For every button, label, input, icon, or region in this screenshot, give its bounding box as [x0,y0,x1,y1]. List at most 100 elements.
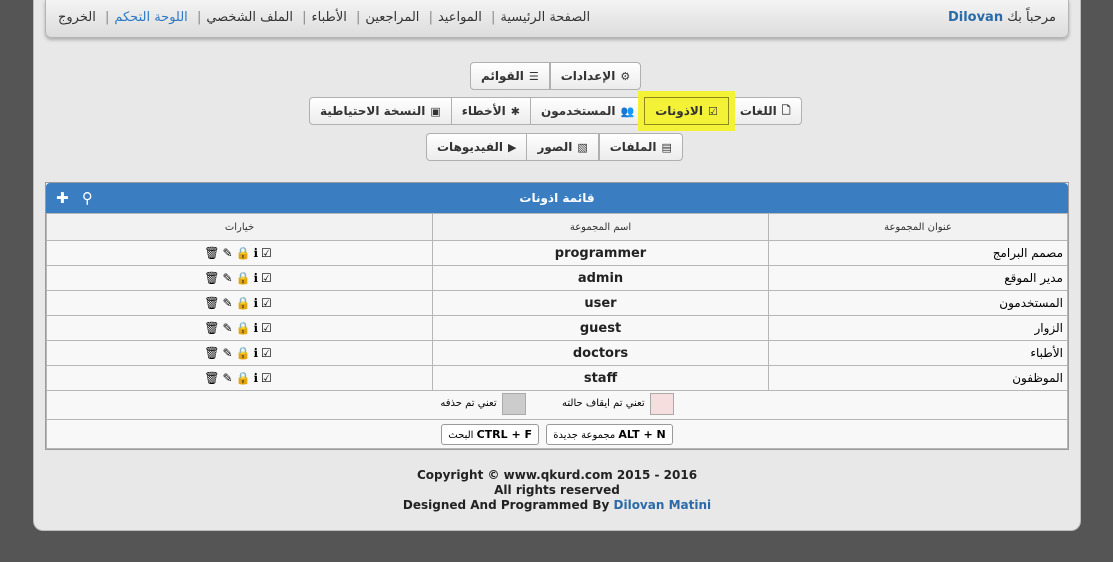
main-nav: الصفحة الرئيسية| المواعيد| المراجعين| ال… [58,10,591,25]
table-row: 🗑✎🔒ℹ☑ user المستخدمون [46,290,1068,316]
author-link[interactable]: Dilovan Matini [614,498,712,512]
table-header-row: خيارات اسم المجموعة عنوان المجموعة [46,213,1068,241]
file-icon: ▤ [661,140,672,154]
images-button[interactable]: ▧ الصور [526,133,599,161]
backup-button[interactable]: ▣ النسخة الاحتياطية [309,97,452,125]
lock-icon[interactable]: 🔒 [236,321,254,335]
info-icon[interactable]: ℹ [253,296,261,310]
lists-button[interactable]: ☰ القوائم [470,62,550,90]
info-icon[interactable]: ℹ [253,321,261,335]
legend-row: تعني تم ايقاف حالته تعني تم حذفه [46,390,1068,420]
panel-title: قائمة اذونات [519,191,595,205]
toolbar-row-3: ▤ الملفات ▧ الصور ▶ الفيديوهات [426,133,683,161]
row-options: 🗑✎🔒ℹ☑ [46,240,433,266]
group-name: doctors [432,340,769,366]
toolbar-row-1: ⚙ الإعدادات ☰ القوائم [470,62,642,90]
permissions-button[interactable]: ☑ الاذونات [644,97,729,125]
username-link[interactable]: Dilovan [948,10,1003,25]
pencil-icon[interactable]: ✎ [222,371,235,385]
gear-icon: ⚙ [620,69,631,83]
pencil-icon[interactable]: ✎ [222,321,235,335]
legend-deleted: تعني تم حذفه [440,392,526,415]
check-icon[interactable]: ☑ [261,296,275,310]
group-title: مصمم البرامج [768,240,1068,266]
group-name: staff [432,365,769,391]
check-icon[interactable]: ☑ [261,346,275,360]
play-circle-icon: ▶ [508,140,517,154]
lock-icon[interactable]: 🔒 [236,296,254,310]
nav-profile[interactable]: الملف الشخصي [206,10,293,25]
info-icon[interactable]: ℹ [253,371,261,385]
row-options: 🗑✎🔒ℹ☑ [46,265,433,291]
top-navbar: مرحباً بك Dilovan الصفحة الرئيسية| الموا… [45,0,1069,38]
deleted-swatch [501,392,526,415]
nav-appointments[interactable]: المواعيد [438,10,482,25]
check-icon[interactable]: ☑ [261,271,275,285]
checkbox-icon: ☑ [707,104,718,118]
table-row: 🗑✎🔒ℹ☑ guest الزوار [46,315,1068,341]
briefcase-icon: ▣ [430,104,441,118]
pencil-icon[interactable]: ✎ [222,246,235,260]
group-name: programmer [432,240,769,266]
panel-header: قائمة اذونات ✚ ⚲ [46,183,1068,213]
pencil-icon[interactable]: ✎ [222,271,235,285]
shortcut-new-group[interactable]: ALT + N مجموعة جديدة [546,423,673,445]
lock-icon[interactable]: 🔒 [236,371,254,385]
info-icon[interactable]: ℹ [253,246,261,260]
videos-button[interactable]: ▶ الفيديوهات [426,133,528,161]
group-name: admin [432,265,769,291]
group-title: الأطباء [768,340,1068,366]
trash-icon[interactable]: 🗑 [204,346,222,360]
permissions-table: خيارات اسم المجموعة عنوان المجموعة 🗑✎🔒ℹ☑… [46,213,1068,449]
trash-icon[interactable]: 🗑 [204,246,222,260]
lock-icon[interactable]: 🔒 [236,346,254,360]
row-options: 🗑✎🔒ℹ☑ [46,340,433,366]
group-title: الزوار [768,315,1068,341]
errors-button[interactable]: ✱ الأخطاء [450,97,531,125]
shortcut-search[interactable]: CTRL + F البحث [441,423,540,445]
trash-icon[interactable]: 🗑 [204,371,222,385]
row-options: 🗑✎🔒ℹ☑ [46,290,433,316]
nav-patients[interactable]: المراجعين [365,10,419,25]
legend-disabled: تعني تم ايقاف حالته [562,392,674,415]
nav-home[interactable]: الصفحة الرئيسية [500,10,590,25]
search-icon[interactable]: ⚲ [82,189,93,207]
info-icon[interactable]: ℹ [253,346,261,360]
col-name: اسم المجموعة [432,213,769,241]
pencil-icon[interactable]: ✎ [222,296,235,310]
check-icon[interactable]: ☑ [261,371,275,385]
group-title: المستخدمون [768,290,1068,316]
shortcuts-row: ALT + N مجموعة جديدة CTRL + F البحث [46,419,1068,449]
table-row: 🗑✎🔒ℹ☑ staff الموظفون [46,365,1068,391]
users-icon: 👥 [620,104,635,118]
info-icon[interactable]: ℹ [253,271,261,285]
trash-icon[interactable]: 🗑 [204,296,222,310]
nav-logout[interactable]: الخروج [58,10,96,25]
group-title: الموظفون [768,365,1068,391]
pencil-icon[interactable]: ✎ [222,346,235,360]
col-title: عنوان المجموعة [768,213,1068,241]
add-icon[interactable]: ✚ [56,189,69,207]
lock-icon[interactable]: 🔒 [236,271,254,285]
image-icon: ▧ [577,140,588,154]
settings-button[interactable]: ⚙ الإعدادات [549,62,642,90]
footer: Copyright © www.qkurd.com 2015 - 2016 Al… [34,468,1080,513]
languages-button[interactable]: 🗋 اللغات [728,97,802,125]
list-icon: ☰ [528,69,539,83]
group-name: user [432,290,769,316]
welcome-text: مرحباً بك Dilovan [948,10,1056,25]
check-icon[interactable]: ☑ [261,321,275,335]
trash-icon[interactable]: 🗑 [204,321,222,335]
nav-dashboard[interactable]: اللوحة التحكم [114,10,187,25]
files-button[interactable]: ▤ الملفات [598,133,683,161]
trash-icon[interactable]: 🗑 [204,271,222,285]
check-icon[interactable]: ☑ [261,246,275,260]
nav-doctors[interactable]: الأطباء [312,10,347,25]
welcome-prefix: مرحباً بك [1007,10,1056,25]
row-options: 🗑✎🔒ℹ☑ [46,315,433,341]
users-button[interactable]: 👥 المستخدمون [529,97,646,125]
lock-icon[interactable]: 🔒 [236,246,254,260]
table-row: 🗑✎🔒ℹ☑ programmer مصمم البرامج [46,240,1068,266]
copyright-text: Copyright © www.qkurd.com 2015 - 2016 [416,468,698,482]
disabled-swatch [649,392,674,415]
